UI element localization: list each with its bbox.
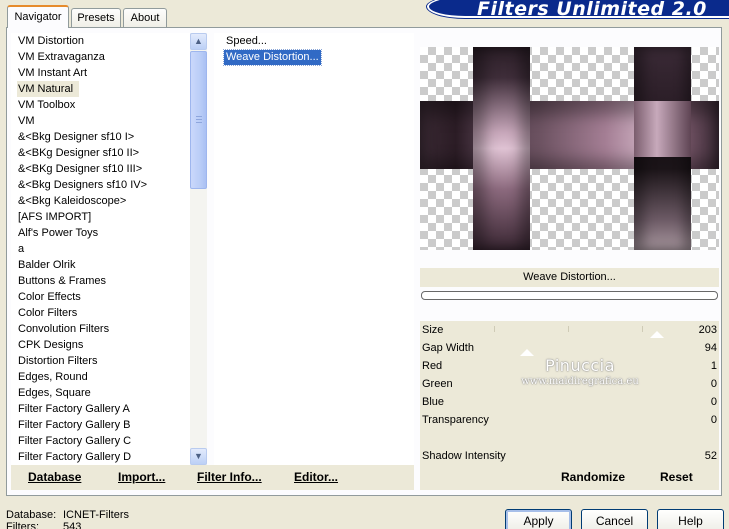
- category-item[interactable]: a: [11, 241, 207, 257]
- parameter-value[interactable]: 203: [699, 321, 717, 339]
- parameter-row[interactable]: Size 203: [420, 321, 719, 339]
- category-item[interactable]: Alf's Power Toys: [11, 225, 207, 241]
- category-item[interactable]: VM Extravaganza: [11, 49, 207, 65]
- parameter-row[interactable]: Blue 0: [420, 393, 719, 411]
- category-list[interactable]: VM Distortion VM Extravaganza VM Instant A…: [11, 33, 207, 465]
- weave-band-vertical-left: [473, 47, 530, 250]
- watermark-title: Pinuccia: [545, 356, 615, 375]
- randomize-button[interactable]: Randomize: [561, 470, 625, 485]
- scroll-up-button[interactable]: ▲: [190, 33, 207, 50]
- parameter-value[interactable]: 0: [711, 393, 717, 411]
- category-item[interactable]: &<Bkg Designers sf10 IV>: [11, 177, 207, 193]
- editor-button[interactable]: Editor...: [294, 470, 338, 485]
- status-filters-label: Filters:: [6, 521, 39, 529]
- category-item[interactable]: Filter Factory Gallery A: [11, 401, 207, 417]
- category-item[interactable]: &<BKg Designer sf10 II>: [11, 145, 207, 161]
- category-item[interactable]: Color Effects: [11, 289, 207, 305]
- parameter-button-bar: Randomize Reset: [420, 465, 719, 490]
- parameter-row[interactable]: [420, 429, 719, 447]
- help-button[interactable]: Help: [657, 509, 724, 529]
- category-item[interactable]: Edges, Round: [11, 369, 207, 385]
- chevron-down-icon: ▼: [194, 451, 203, 461]
- grip-icon: [196, 116, 202, 123]
- category-item[interactable]: Color Filters: [11, 305, 207, 321]
- database-button[interactable]: Database: [28, 470, 81, 485]
- category-item[interactable]: Filter Factory Gallery B: [11, 417, 207, 433]
- parameter-row[interactable]: Transparency 0: [420, 411, 719, 429]
- parameter-label: Size: [422, 324, 444, 336]
- parameter-label: Transparency: [422, 414, 489, 426]
- category-scrollbar[interactable]: ▲ ▼: [190, 33, 207, 465]
- apply-button[interactable]: Apply: [505, 509, 572, 529]
- parameter-label: Gap Width: [422, 342, 474, 354]
- filter-item-speed[interactable]: Speed...: [224, 34, 269, 49]
- weave-overlap: [634, 101, 691, 157]
- chevron-up-icon: ▲: [194, 36, 203, 46]
- filter-item-weave-distortion[interactable]: Weave Distortion...: [223, 49, 322, 66]
- filter-info-button[interactable]: Filter Info...: [197, 470, 262, 485]
- category-item[interactable]: &<BKg Designer sf10 III>: [11, 161, 207, 177]
- parameter-value[interactable]: 1: [711, 357, 717, 375]
- import-button[interactable]: Import...: [118, 470, 165, 485]
- category-item[interactable]: VM Distortion: [11, 33, 207, 49]
- parameter-value[interactable]: 0: [711, 411, 717, 429]
- category-item[interactable]: CPK Designs: [11, 337, 207, 353]
- filter-list[interactable]: Speed... Weave Distortion...: [214, 33, 414, 465]
- category-item[interactable]: Edges, Square: [11, 385, 207, 401]
- status-filters-value: 543: [63, 521, 82, 529]
- scroll-down-button[interactable]: ▼: [190, 448, 207, 465]
- preview-filter-name: Weave Distortion...: [420, 268, 719, 287]
- category-item[interactable]: Convolution Filters: [11, 321, 207, 337]
- tab-presets[interactable]: Presets: [71, 8, 121, 27]
- parameter-row[interactable]: Shadow Intensity 52: [420, 447, 719, 465]
- parameter-label: Green: [422, 378, 453, 390]
- watermark-url: www.maidiregrafica.eu: [521, 376, 639, 387]
- category-item[interactable]: Distortion Filters: [11, 353, 207, 369]
- category-item[interactable]: Buttons & Frames: [11, 273, 207, 289]
- category-item[interactable]: VM Natural: [17, 81, 79, 97]
- scroll-thumb[interactable]: [190, 51, 207, 189]
- parameter-panel[interactable]: Size 203 Gap Width 94 Red 1 Green 0 Blue 0 Transpa…: [420, 321, 719, 466]
- category-item[interactable]: VM Toolbox: [11, 97, 207, 113]
- category-item[interactable]: &<Bkg Designer sf10 I>: [11, 129, 207, 145]
- slider-thumb-gap-width[interactable]: [520, 349, 534, 356]
- parameter-value[interactable]: 0: [711, 375, 717, 393]
- preview-image: [420, 47, 719, 250]
- category-item[interactable]: Filter Factory Gallery D: [11, 449, 207, 465]
- app-logo: Filters Unlimited 2.0: [427, 0, 729, 20]
- parameter-label: Red: [422, 360, 443, 372]
- category-item[interactable]: Balder Olrik: [11, 257, 207, 273]
- progress-bar: [421, 291, 718, 300]
- category-item[interactable]: Filter Factory Gallery C: [11, 433, 207, 449]
- slider-thumb-size[interactable]: [650, 331, 664, 338]
- parameter-value[interactable]: 52: [705, 447, 717, 465]
- reset-button[interactable]: Reset: [660, 470, 693, 485]
- category-item[interactable]: VM: [11, 113, 207, 129]
- parameter-row[interactable]: Gap Width 94: [420, 339, 719, 357]
- category-item[interactable]: [AFS IMPORT]: [11, 209, 207, 225]
- parameter-label: Blue: [422, 396, 445, 408]
- cancel-button[interactable]: Cancel: [581, 509, 648, 529]
- parameter-label: Shadow Intensity: [422, 450, 506, 462]
- tab-navigator[interactable]: Navigator: [7, 5, 69, 28]
- category-item[interactable]: VM Instant Art: [11, 65, 207, 81]
- watermark: Pinuccia www.maidiregrafica.eu: [500, 356, 660, 388]
- tab-about[interactable]: About: [123, 8, 167, 27]
- navigator-button-bar: Database Import... Filter Info... Editor…: [11, 465, 414, 490]
- category-item[interactable]: &<Bkg Kaleidoscope>: [11, 193, 207, 209]
- parameter-value[interactable]: 94: [705, 339, 717, 357]
